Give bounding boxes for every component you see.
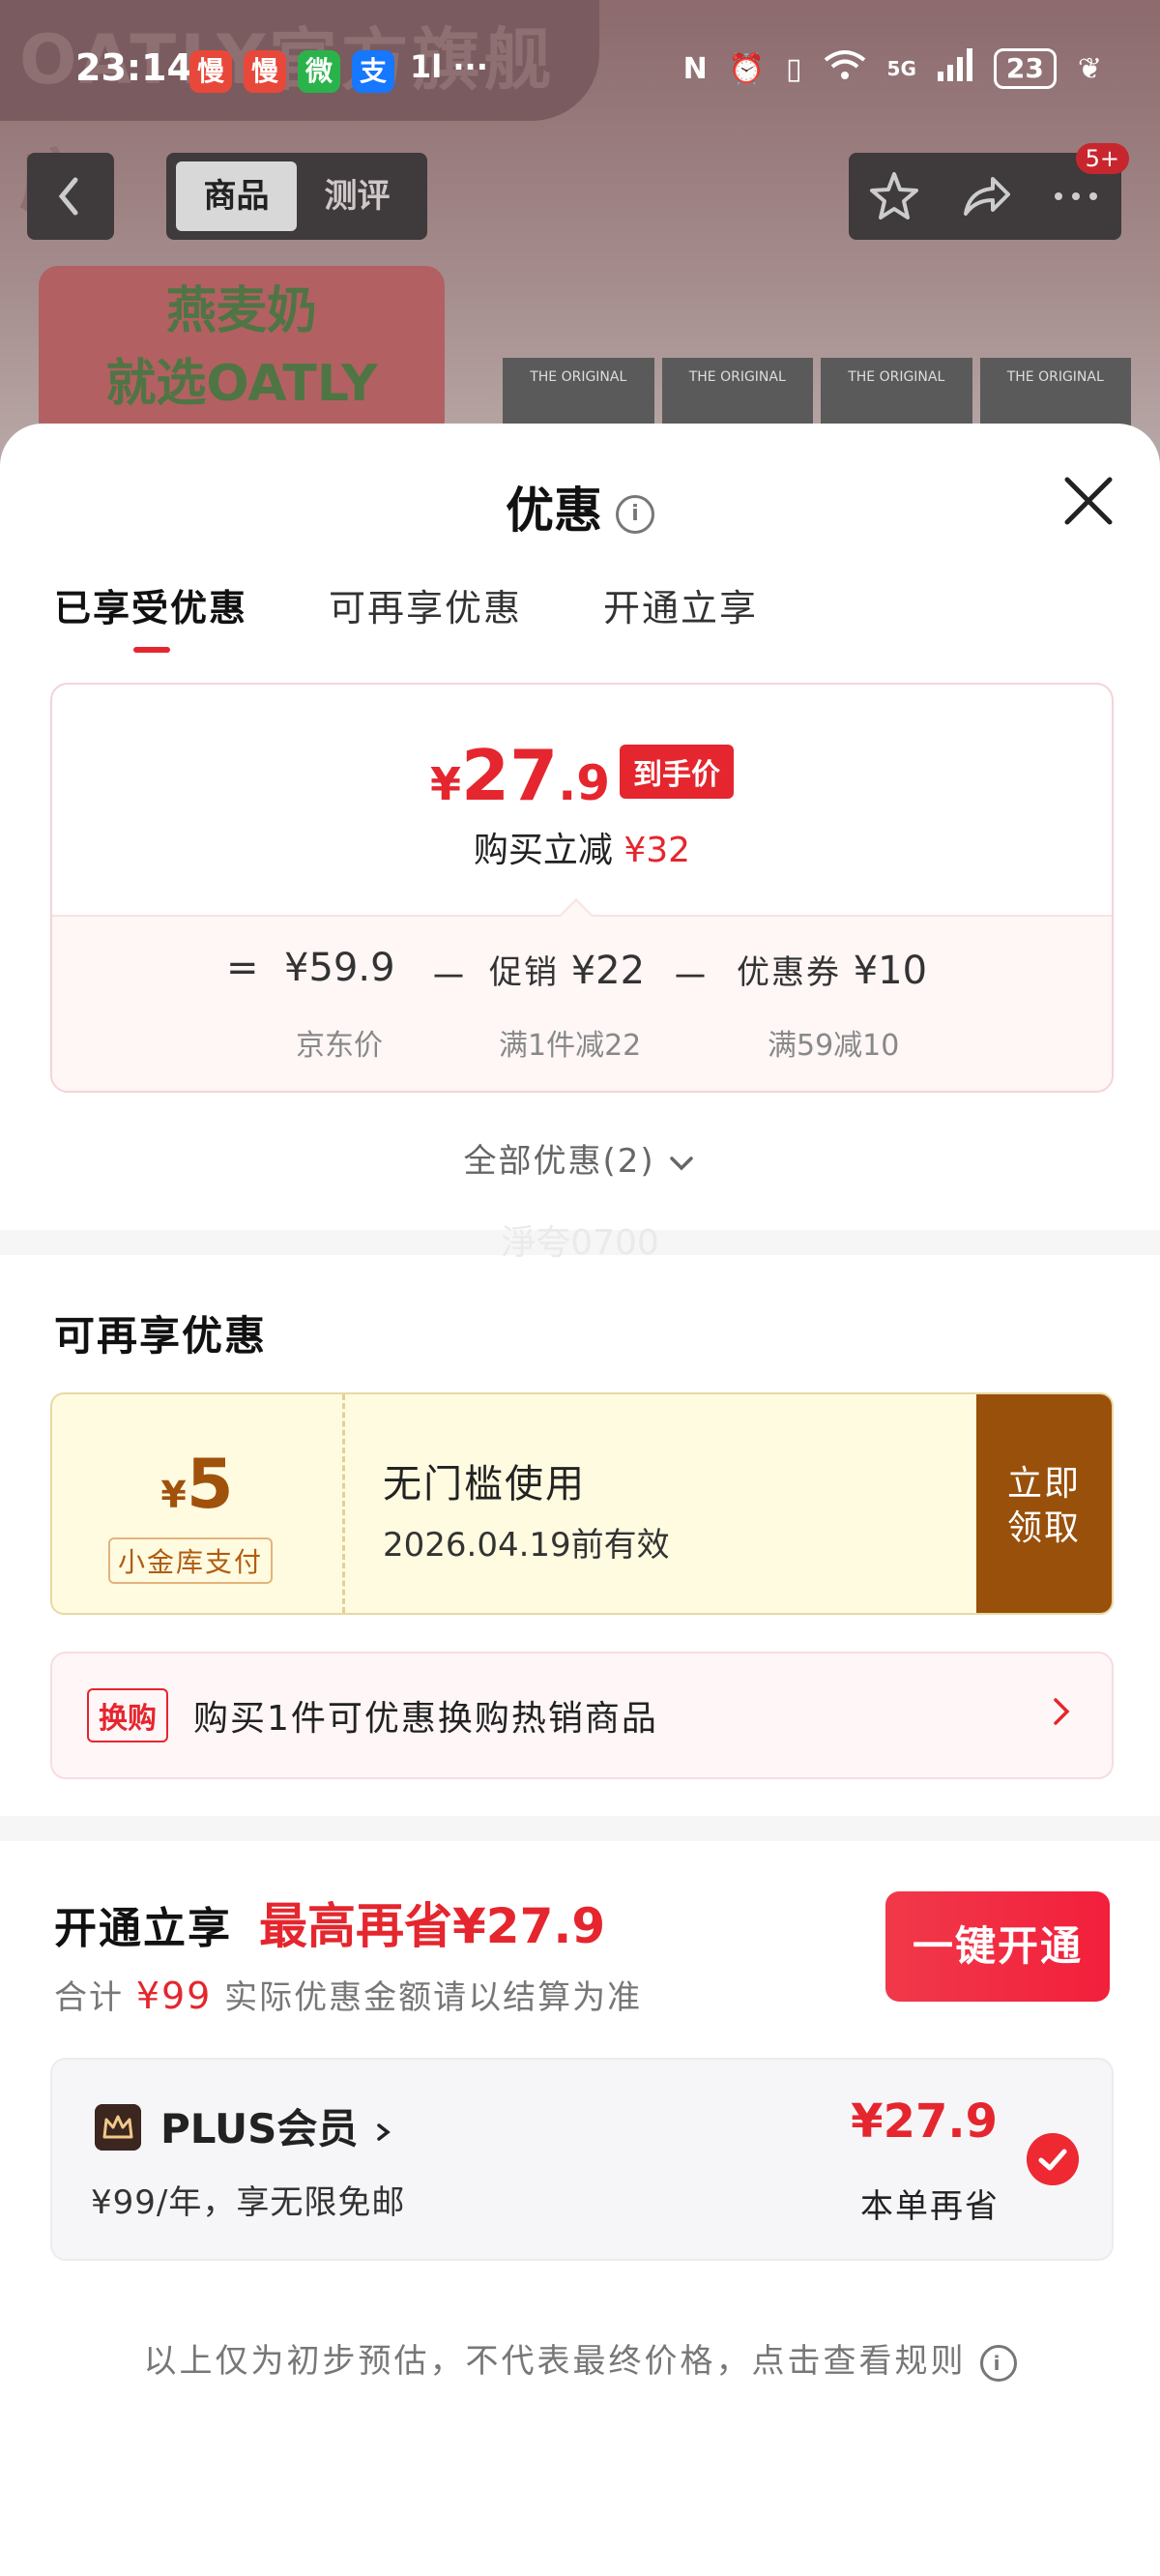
notification-badge: 5+ bbox=[1075, 143, 1129, 174]
chevron-right-icon bbox=[377, 2122, 391, 2141]
price-breakdown: = ¥59.9 － 促销 ¥22 － 优惠券 ¥10 京东价 满1件减22 满5… bbox=[52, 915, 1112, 1091]
disclaimer-text: 以上仅为初步预估，不代表最终价格，点击查看规则 bbox=[143, 2342, 967, 2381]
instant-discount: 购买立减 ¥32 bbox=[473, 831, 691, 870]
equals-sign: = bbox=[226, 946, 259, 990]
info-icon[interactable]: i bbox=[616, 494, 654, 534]
back-button[interactable] bbox=[27, 153, 114, 240]
plus-member-card[interactable]: PLUS会员 ¥99/年，享无限免邮 ¥27.9 本单再省 bbox=[50, 2058, 1114, 2261]
plus-save-label: 本单再省 bbox=[860, 2187, 1000, 2226]
plus-member-desc: ¥99/年，享无限免邮 bbox=[91, 2183, 406, 2222]
price-summary-card: ¥27.9 到手价 购买立减 ¥32 = ¥59.9 － 促销 ¥22 － 优惠券… bbox=[50, 683, 1114, 1093]
tab-product[interactable]: 商品 bbox=[176, 161, 297, 231]
network-type: 5G bbox=[886, 57, 916, 80]
minus-sign: － bbox=[429, 955, 468, 1000]
background-page: OATLY官方旗舰店 23:14 慢 慢 微 支 1l ··· N ⏰ ▯ 5G… bbox=[0, 0, 1160, 464]
app-notification-icon: 慢 bbox=[244, 50, 286, 93]
top-tabs: 商品 测评 bbox=[166, 153, 427, 240]
plus-member-name[interactable]: PLUS会员 bbox=[160, 2096, 395, 2155]
open-membership-button[interactable]: 一键开通 bbox=[885, 1891, 1110, 2002]
claim-coupon-label: 立即领取 bbox=[1006, 1464, 1081, 1548]
plus-save-amount: ¥27.9 bbox=[851, 2094, 998, 2149]
info-icon: i bbox=[979, 2344, 1017, 2382]
membership-note: 合计 ¥99 实际优惠金额请以结算为准 bbox=[54, 1975, 643, 2017]
claim-coupon-button[interactable]: 立即领取 bbox=[976, 1394, 1112, 1613]
status-right: N ⏰ ▯ 5G 23 ❦ bbox=[683, 48, 1102, 89]
sheet-tabs: 已享受优惠 可再享优惠 开通立享 bbox=[54, 578, 758, 653]
chevron-right-icon bbox=[1054, 1698, 1070, 1725]
sheet-title: 优惠 i bbox=[0, 472, 1160, 542]
jd-price-label: 京东价 bbox=[296, 1029, 383, 1063]
more-icon[interactable] bbox=[1049, 169, 1103, 223]
coupon-value: ¥5 小金库支付 bbox=[52, 1394, 345, 1613]
watermark: 淨夸0700 bbox=[501, 1223, 659, 1263]
wechat-icon: 微 bbox=[298, 50, 340, 93]
membership-max-save: 最高再省¥27.9 bbox=[259, 1898, 606, 1954]
coupon-discount: 优惠券 ¥10 bbox=[737, 949, 928, 993]
leaf-icon: ❦ bbox=[1077, 51, 1102, 86]
chevron-left-icon bbox=[58, 177, 78, 216]
vibrate-icon: ▯ bbox=[786, 51, 802, 86]
top-actions: 5+ bbox=[849, 143, 1129, 240]
final-price-tag: 到手价 bbox=[620, 745, 734, 799]
disclaimer-link[interactable]: 以上仅为初步预估，不代表最终价格，点击查看规则 i bbox=[0, 2334, 1160, 2382]
tab-membership[interactable]: 开通立享 bbox=[603, 578, 758, 631]
all-offers-label: 全部优惠(2) bbox=[463, 1142, 655, 1181]
sheet-title-text: 优惠 bbox=[506, 483, 602, 539]
membership-title: 开通立享 bbox=[54, 1904, 232, 1953]
promo-banner: 燕麦奶 就选OATLY bbox=[39, 266, 445, 440]
swap-offer-row[interactable]: 换购 购买1件可优惠换购热销商品 bbox=[50, 1652, 1114, 1779]
tab-enjoyed-offers[interactable]: 已享受优惠 bbox=[54, 578, 247, 653]
crown-icon bbox=[95, 2104, 141, 2151]
more-offers-title: 可再享优惠 bbox=[54, 1312, 268, 1360]
alipay-icon: 支 bbox=[352, 50, 394, 93]
section-divider bbox=[0, 1816, 1160, 1841]
share-icon[interactable] bbox=[958, 169, 1012, 223]
status-time: 23:14 bbox=[75, 46, 192, 89]
status-bar: 23:14 慢 慢 微 支 1l ··· N ⏰ ▯ 5G 23 ❦ bbox=[0, 37, 1160, 104]
coupon-desc: 满59减10 bbox=[768, 1029, 900, 1063]
final-price-row: ¥27.9 到手价 bbox=[52, 735, 1112, 816]
promo-discount: 促销 ¥22 bbox=[489, 949, 646, 993]
all-offers-toggle[interactable]: 全部优惠(2) bbox=[0, 1134, 1160, 1182]
swap-text: 购买1件可优惠换购热销商品 bbox=[193, 1699, 658, 1739]
close-icon[interactable] bbox=[1059, 472, 1117, 530]
tab-review[interactable]: 测评 bbox=[297, 161, 418, 231]
coupon-card: ¥5 小金库支付 无门槛使用 2026.04.19前有效 立即领取 bbox=[50, 1392, 1114, 1615]
promo-desc: 满1件减22 bbox=[499, 1029, 642, 1063]
alarm-icon: ⏰ bbox=[728, 51, 766, 86]
status-indicators: 1l ··· bbox=[410, 48, 488, 85]
minus-sign: － bbox=[671, 955, 710, 1000]
jd-price: ¥59.9 bbox=[284, 946, 395, 990]
star-icon[interactable] bbox=[867, 169, 921, 223]
coupon-name: 无门槛使用 bbox=[383, 1462, 586, 1507]
banner-line-1: 燕麦奶 bbox=[165, 282, 317, 340]
swap-tag: 换购 bbox=[87, 1688, 168, 1742]
coupon-details: 无门槛使用 2026.04.19前有效 bbox=[383, 1452, 670, 1566]
final-price: ¥27.9 bbox=[429, 735, 610, 816]
app-notification-icon: 慢 bbox=[189, 50, 232, 93]
tab-more-offers[interactable]: 可再享优惠 bbox=[329, 578, 522, 631]
nfc-icon: N bbox=[682, 51, 708, 86]
battery-indicator: 23 bbox=[993, 48, 1057, 89]
coupon-payment-tag: 小金库支付 bbox=[108, 1537, 274, 1584]
offers-sheet: 优惠 i 已享受优惠 可再享优惠 开通立享 ¥27.9 到手价 购买立减 ¥32 =… bbox=[0, 424, 1160, 2576]
checkmark-icon[interactable] bbox=[1027, 2133, 1079, 2185]
coupon-amount: ¥5 bbox=[160, 1445, 234, 1524]
signal-icon bbox=[937, 48, 972, 89]
coupon-validity: 2026.04.19前有效 bbox=[383, 1526, 670, 1565]
banner-line-2: 就选OATLY bbox=[105, 355, 378, 413]
chevron-down-icon bbox=[670, 1156, 694, 1170]
wifi-icon bbox=[824, 48, 866, 89]
